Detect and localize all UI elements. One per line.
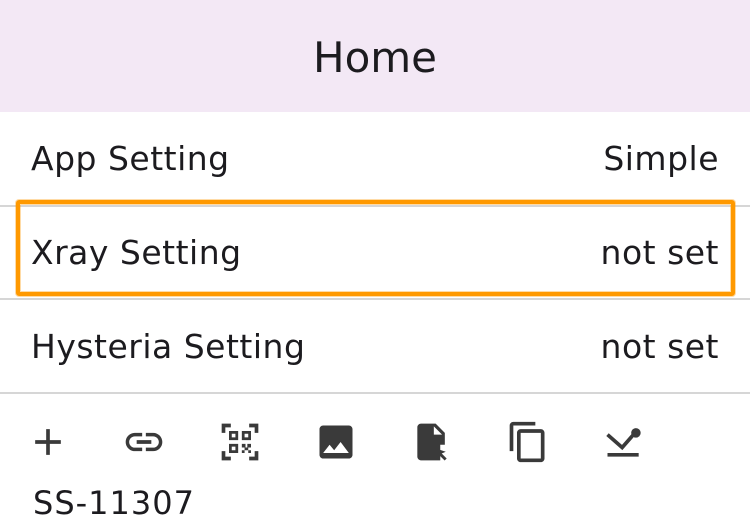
scan-qr-button[interactable] — [212, 414, 268, 470]
add-button[interactable] — [20, 414, 76, 470]
setting-label: App Setting — [31, 138, 230, 178]
qr-code-scan-icon — [221, 423, 259, 461]
divider — [0, 392, 750, 394]
file-select-icon — [417, 423, 447, 461]
add-link-button[interactable] — [116, 414, 172, 470]
setting-row-app[interactable]: App Setting Simple — [0, 112, 750, 204]
setting-row-hysteria[interactable]: Hysteria Setting not set — [0, 300, 750, 392]
footer-text: SS-11307 — [33, 484, 195, 522]
setting-value: not set — [600, 326, 719, 366]
copy-icon — [509, 421, 545, 463]
import-image-button[interactable] — [308, 414, 364, 470]
add-icon — [35, 429, 61, 455]
setting-label: Hysteria Setting — [31, 326, 306, 366]
setting-value: Simple — [603, 138, 719, 178]
link-icon — [125, 432, 163, 452]
page-title: Home — [312, 33, 438, 82]
download-icon — [606, 428, 641, 457]
import-file-button[interactable] — [404, 414, 460, 470]
image-icon — [319, 425, 353, 459]
action-toolbar — [0, 414, 750, 470]
copy-button[interactable] — [500, 414, 556, 470]
app-bar: Home — [0, 0, 750, 112]
download-button[interactable] — [596, 414, 652, 470]
highlight-box — [16, 200, 735, 296]
